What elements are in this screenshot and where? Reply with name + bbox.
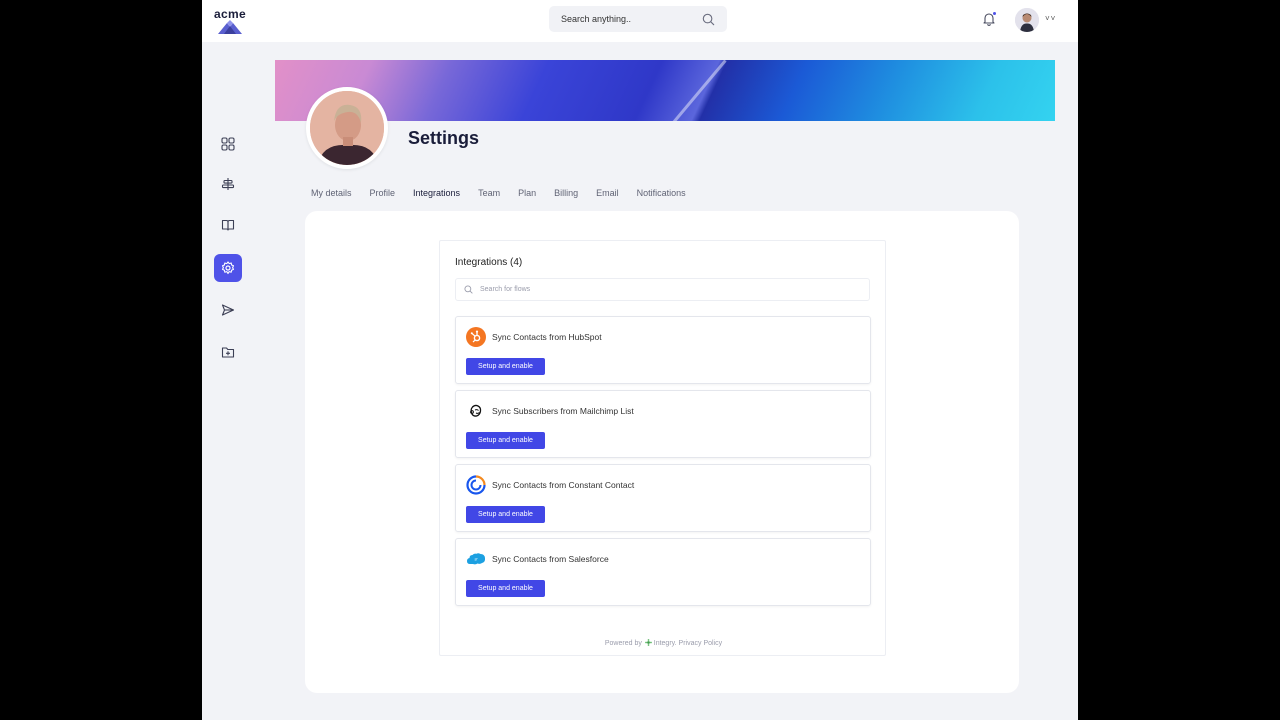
integration-name: Sync Contacts from Salesforce — [492, 554, 609, 564]
integrations-title: Integrations (4) — [455, 257, 523, 268]
profile-avatar[interactable] — [306, 87, 388, 169]
send-icon — [221, 304, 235, 316]
mailchimp-icon — [466, 401, 486, 421]
tab-plan[interactable]: Plan — [518, 188, 536, 198]
dashboard-icon — [221, 137, 235, 151]
logo-mountain-icon — [218, 20, 242, 34]
user-avatar[interactable] — [1015, 8, 1039, 32]
banner-streak — [666, 60, 727, 121]
flow-search-placeholder: Search for flows — [480, 286, 531, 293]
powered-by-label: Powered by — [604, 640, 642, 647]
logo[interactable]: acme — [202, 0, 258, 42]
sidebar-item-send[interactable] — [214, 296, 242, 324]
notification-badge — [992, 11, 997, 16]
setup-enable-button-salesforce[interactable]: Setup and enable — [466, 580, 545, 597]
setup-enable-button-constant-contact[interactable]: Setup and enable — [466, 506, 545, 523]
sidebar-item-library[interactable] — [214, 211, 242, 239]
integrations-panel: Integrations (4) Search for flows Sync C… — [439, 240, 886, 656]
logo-text: acme — [214, 7, 246, 21]
align-center-icon — [221, 178, 235, 190]
user-menu-caret[interactable]: ˅˅ — [1045, 14, 1056, 23]
search-placeholder: Search anything.. — [561, 14, 632, 24]
integration-name: Sync Contacts from HubSpot — [492, 332, 602, 342]
sidebar-item-folder[interactable] — [214, 338, 242, 366]
setup-enable-button-hubspot[interactable]: Setup and enable — [466, 358, 545, 375]
notifications-button[interactable] — [982, 11, 997, 26]
settings-content-card: Integrations (4) Search for flows Sync C… — [305, 211, 1019, 693]
avatar-image — [1015, 8, 1039, 32]
tab-billing[interactable]: Billing — [554, 188, 578, 198]
search-icon[interactable] — [702, 13, 715, 26]
page-title: Settings — [408, 128, 480, 148]
integration-card-hubspot: Sync Contacts from HubSpot Setup and ena… — [455, 316, 871, 384]
global-search-input[interactable]: Search anything.. — [549, 6, 727, 32]
integration-card-constant-contact: Sync Contacts from Constant Contact Setu… — [455, 464, 871, 532]
sidebar-item-layout[interactable] — [214, 170, 242, 198]
sidebar-item-settings[interactable] — [214, 254, 242, 282]
app-window: acme Search anything.. ˅˅ Settings My de… — [202, 0, 1078, 720]
integration-name: Sync Subscribers from Mailchimp List — [492, 406, 634, 416]
sidebar-item-dashboard[interactable] — [214, 130, 242, 158]
integry-logo-icon — [644, 639, 652, 646]
footer-separator: . — [674, 640, 677, 647]
salesforce-icon: sf — [466, 549, 486, 569]
sidebar — [202, 42, 258, 720]
tab-notifications[interactable]: Notifications — [637, 188, 686, 198]
tab-email[interactable]: Email — [596, 188, 619, 198]
privacy-policy-link[interactable]: Privacy Policy — [679, 640, 723, 647]
hubspot-icon — [466, 327, 486, 347]
gear-icon — [221, 261, 235, 275]
setup-enable-button-mailchimp[interactable]: Setup and enable — [466, 432, 545, 449]
folder-plus-icon — [221, 347, 235, 358]
tab-my-details[interactable]: My details — [311, 188, 352, 198]
integration-card-mailchimp: Sync Subscribers from Mailchimp List Set… — [455, 390, 871, 458]
tab-profile[interactable]: Profile — [370, 188, 396, 198]
top-bar: acme Search anything.. ˅˅ — [202, 0, 1078, 42]
settings-tabs: My details Profile Integrations Team Pla… — [311, 188, 704, 198]
tab-integrations[interactable]: Integrations — [413, 188, 460, 198]
integration-name: Sync Contacts from Constant Contact — [492, 480, 635, 490]
integry-link[interactable]: Integry — [654, 640, 675, 647]
search-icon — [464, 285, 473, 294]
tab-team[interactable]: Team — [478, 188, 500, 198]
profile-banner — [275, 60, 1055, 121]
flow-search-input[interactable]: Search for flows — [455, 278, 870, 301]
integration-card-salesforce: sf Sync Contacts from Salesforce Setup a… — [455, 538, 871, 606]
book-icon — [221, 219, 235, 231]
constant-contact-icon — [466, 475, 486, 495]
profile-photo — [310, 91, 384, 165]
powered-by-footer: Powered by Integry. Privacy Policy — [440, 639, 887, 647]
